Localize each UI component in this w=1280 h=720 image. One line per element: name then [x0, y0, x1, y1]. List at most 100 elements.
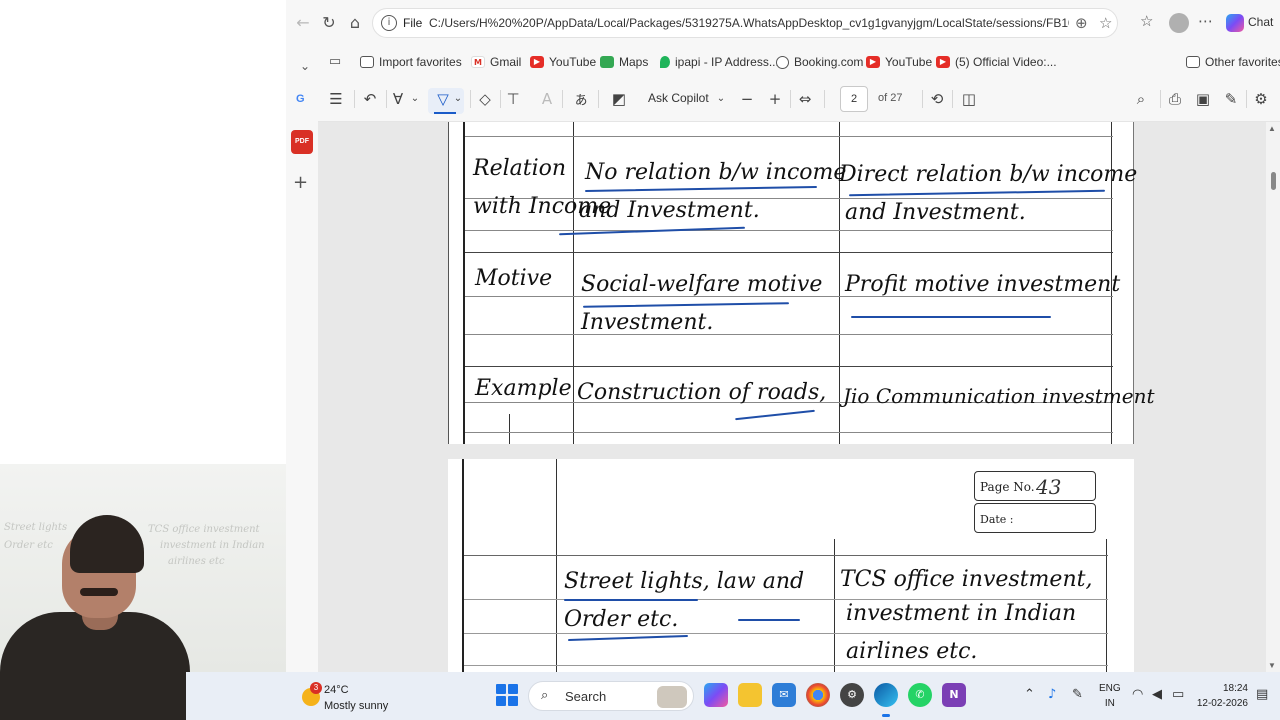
ink-arrow [738, 619, 800, 621]
gmail-icon: M [471, 56, 485, 68]
wifi-icon[interactable]: ◠ [1132, 687, 1143, 702]
weather-widget[interactable]: 3 24°C Mostly sunny [300, 678, 410, 714]
page-no-value: 43 [1036, 475, 1062, 499]
info-icon[interactable]: i [381, 15, 397, 31]
file-explorer-icon[interactable] [738, 683, 762, 707]
notifications-icon[interactable]: ▤ [1256, 687, 1268, 702]
save-icon[interactable]: ▣ [1192, 89, 1214, 109]
fit-page-icon[interactable]: ⇔ [794, 89, 816, 109]
scroll-up-icon[interactable]: ▲ [1268, 124, 1276, 133]
cell-text: airlines etc. [846, 639, 978, 664]
bookmark-booking[interactable]: Booking.com [776, 53, 863, 71]
text-format-icon[interactable]: A [536, 89, 558, 109]
home-icon[interactable]: ⌂ [344, 12, 366, 34]
url-text[interactable]: C:/Users/H%20%20P/AppData/Local/Packages… [429, 16, 1069, 30]
pdf-viewport[interactable]: Relation with Income No relation b/w inc… [318, 122, 1280, 672]
print-icon[interactable]: ⎙ [1164, 89, 1186, 109]
bookmark-import-favorites[interactable]: Import favorites [360, 53, 462, 71]
start-button[interactable] [496, 684, 518, 706]
clock[interactable]: 18:24 12-02-2026 [1196, 681, 1248, 711]
bookmark-other-favorites[interactable]: Other favorites [1186, 53, 1280, 71]
cell-text: Investment. [581, 310, 714, 335]
zoom-icon[interactable]: ⊕ [1075, 14, 1088, 32]
ink-underline [849, 189, 1105, 197]
highlight-icon[interactable]: ∀ [388, 89, 408, 109]
page-number-input[interactable]: 2 [840, 86, 868, 112]
battery-icon[interactable]: ▭ [1172, 687, 1184, 702]
bookmark-youtube[interactable]: ▶ YouTube [530, 53, 596, 71]
bookmark-maps[interactable]: Maps [600, 53, 648, 71]
url-field[interactable]: i File C:/Users/H%20%20P/AppData/Local/P… [372, 8, 1118, 38]
language-indicator[interactable]: ENG IN [1099, 681, 1121, 711]
scrollbar-thumb[interactable] [1271, 172, 1276, 190]
google-icon[interactable]: G [296, 93, 305, 105]
cell-text: Profit motive investment [845, 272, 1121, 297]
microphone-icon[interactable]: ♪ [1048, 687, 1056, 702]
favorites-icon[interactable]: ☆ [1140, 12, 1153, 30]
search-icon[interactable]: ⌕ [1130, 89, 1152, 109]
folder-icon [1186, 56, 1200, 68]
undo-icon[interactable]: ↶ [360, 89, 380, 109]
chat-label: Chat [1248, 15, 1274, 29]
bookmark-gmail[interactable]: M Gmail [471, 53, 521, 71]
bookmark-youtube-2[interactable]: ▶ YouTube [866, 53, 932, 71]
favorite-star-icon[interactable]: ☆ [1099, 14, 1112, 32]
bookmark-official-video[interactable]: ▶ (5) Official Video:... [936, 53, 1057, 71]
save-as-icon[interactable]: ✎ [1220, 89, 1242, 109]
taskbar-search[interactable]: ⌕ Search [528, 681, 694, 711]
add-icon[interactable]: + [293, 172, 308, 193]
settings-icon[interactable]: ⚙ [1250, 89, 1272, 109]
chevron-up-icon[interactable]: ⌃ [1024, 687, 1035, 702]
zoom-out-icon[interactable]: − [736, 89, 758, 109]
refresh-icon[interactable]: ↻ [318, 12, 340, 34]
chrome-icon[interactable] [806, 683, 830, 707]
whatsapp-icon[interactable]: ✆ [908, 683, 932, 707]
copilot-chat-button[interactable]: Chat [1226, 12, 1276, 34]
profile-avatar[interactable] [1169, 13, 1189, 33]
copilot-tool-icon[interactable]: ◩ [608, 89, 630, 109]
eraser-icon[interactable]: ◇ [474, 89, 496, 109]
search-icon: ⌕ [541, 688, 549, 703]
page-view-icon[interactable]: ◫ [958, 89, 980, 109]
rotate-icon[interactable]: ⟲ [926, 89, 948, 109]
zoom-in-icon[interactable]: + [764, 89, 786, 109]
pdf-tab-icon[interactable]: PDF [291, 130, 313, 154]
back-icon[interactable]: ← [292, 12, 314, 34]
youtube-icon: ▶ [936, 56, 950, 68]
contents-icon[interactable]: ☰ [326, 89, 346, 109]
mail-icon[interactable]: ✉ [772, 683, 796, 707]
bookmarks-bar: ⌄ ▭ Import favorites M Gmail ▶ YouTube Map… [286, 46, 1280, 76]
ask-copilot-button[interactable]: Ask Copilot [648, 91, 709, 105]
row-label: Relation [473, 156, 567, 181]
copilot-app-icon[interactable] [704, 683, 728, 707]
board-scribble: TCS office investment [148, 524, 260, 535]
text-box-icon[interactable]: ⊤ [502, 89, 524, 109]
url-scheme-label: File [403, 16, 423, 30]
chevron-down-icon[interactable]: ⌄ [714, 89, 728, 109]
weather-temp: 24°C [324, 684, 349, 696]
board-scribble: Order etc [4, 540, 53, 551]
pen-icon[interactable]: ✎ [1072, 687, 1083, 702]
chevron-down-icon[interactable]: ⌄ [452, 89, 464, 109]
read-aloud-icon[interactable]: ぁ [570, 89, 592, 109]
cell-text: No relation b/w income [585, 160, 847, 185]
import-icon [360, 56, 374, 68]
scroll-down-icon[interactable]: ▼ [1268, 661, 1276, 670]
maps-icon [600, 56, 614, 68]
edge-icon[interactable] [874, 683, 898, 707]
copilot-icon [1226, 14, 1244, 32]
pdf-page: Page No. 43 Date : Street lights, law an… [448, 459, 1134, 672]
board-scribble: investment in Indian [160, 540, 265, 551]
bookmark-ipapi[interactable]: ipapi - IP Address... [660, 53, 779, 71]
cell-text: investment in Indian [846, 601, 1077, 626]
settings-app-icon[interactable]: ⚙ [840, 683, 864, 707]
more-icon[interactable]: ⋯ [1198, 12, 1213, 30]
scrollbar[interactable]: ▲ ▼ [1266, 122, 1280, 672]
onenote-icon[interactable]: N [942, 683, 966, 707]
chevron-down-icon[interactable]: ⌄ [408, 89, 422, 109]
ink-underline [735, 409, 815, 421]
pdf-toolbar: ☰ ↶ ∀ ⌄ ▽ ⌄ ◇ ⊤ A ぁ ◩ Ask Copilot ⌄ − + … [318, 76, 1280, 122]
collections-icon[interactable]: ▭ [324, 51, 346, 73]
volume-icon[interactable]: ◀ [1152, 687, 1162, 702]
chevron-down-icon[interactable]: ⌄ [294, 55, 316, 77]
